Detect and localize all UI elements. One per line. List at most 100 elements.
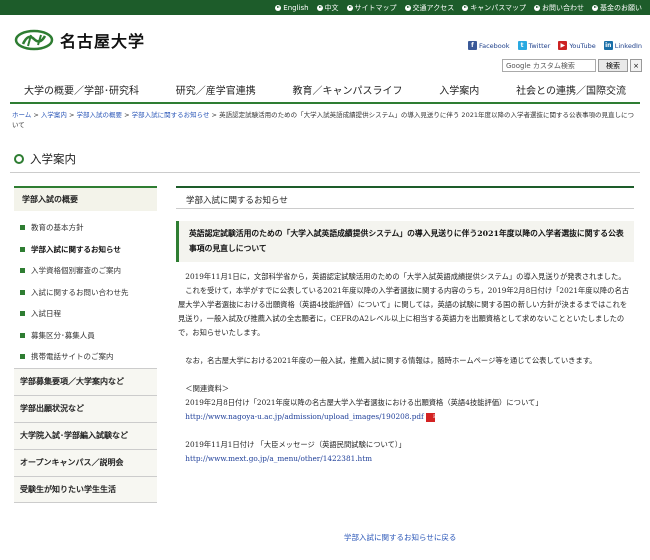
sidebar-sections: 学部募集要項／大学案内など 学部出願状況など 大学院入試･学部編入試験など オープンキ… [14,367,157,503]
sidebar-item[interactable]: 入試日程 [14,303,157,325]
social-link-linkedin[interactable]: in LinkedIn [603,41,642,50]
circle-arrow-icon [592,4,598,11]
top-link[interactable]: 基金のお願い [592,3,642,13]
circle-arrow-icon [404,4,411,11]
breadcrumb-separator: > [209,111,220,119]
top-link[interactable]: キャンパスマップ [462,3,526,13]
top-link-label: 中文 [324,3,339,12]
site-header: 名古屋大学 f Facebook t Twitter ▶ YouTube in LinkedI… [0,15,650,72]
square-bullet-icon [20,354,25,360]
top-link[interactable]: 中文 [316,3,339,13]
social-label: YouTube [569,41,596,50]
top-link[interactable]: 交通アクセス [404,3,455,13]
sidebar-item-label: 入試に関するお問い合わせ先 [31,287,129,297]
sidebar-section[interactable]: 大学院入試･学部編入試験など [14,421,157,449]
logo-text: 名古屋大学 [60,32,146,51]
paragraph: これを受けて，本学がすでに公表している2021年度以降の入学者選抜に関する内容の… [178,286,630,337]
square-bullet-icon [20,332,25,338]
reference-link[interactable]: http://www.mext.go.jp/a_menu/other/14223… [185,454,372,463]
paragraph: 2019年11月1日に，文部科学省から，英語認定試験活用のための「大学入試英語成… [185,272,626,281]
breadcrumb-link[interactable]: 学部入試に関するお知らせ [132,111,210,119]
sidebar-item-label: 募集区分･募集人員 [31,330,95,340]
square-bullet-icon [20,289,25,295]
top-link[interactable]: サイトマップ [346,3,397,13]
sidebar-item[interactable]: 携帯電話サイトのご案内 [14,346,157,368]
divider [10,172,640,173]
nav-item[interactable]: 入学案内 [439,82,479,97]
top-link-label: English [283,3,309,12]
circle-arrow-icon [534,4,540,11]
article-body: 2019年11月1日に，文部科学省から，英語認定試験活用のための「大学入試英語成… [176,270,634,466]
breadcrumb-link[interactable]: ホーム [12,111,31,119]
sidebar-item[interactable]: 学部入試に関するお知らせ [14,239,157,261]
social-link-youtube[interactable]: ▶ YouTube [558,41,596,50]
social-link-twitter[interactable]: t Twitter [517,41,550,50]
main-navigation: 大学の概要／学部･研究科 研究／産学官連携 教育／キャンパスライフ 入学案内 社会との連… [10,76,640,104]
sidebar-item-label: 入学資格個別審査のご案内 [31,266,121,276]
circle-arrow-icon [316,4,323,11]
reference-text: 2019年2月8日付け「2021年度以降の名古屋大学入学者選抜における出願資格（… [185,398,543,407]
square-bullet-icon [20,268,25,274]
square-bullet-icon [20,311,25,317]
reference-link[interactable]: http://www.nagoya-u.ac.jp/admission/uplo… [185,412,423,421]
top-link-label: お問い合わせ [542,3,584,12]
breadcrumb-separator: > [66,111,77,119]
linkedin-icon: in [603,41,613,50]
ring-icon [14,154,24,164]
section-heading: 学部入試に関するお知らせ [176,186,634,209]
search-button[interactable]: 検索 [598,59,628,72]
top-link-label: キャンパスマップ [470,3,526,12]
breadcrumb: ホーム > 入学案内 > 学部入試の概要 > 学部入試に関するお知らせ > 英語… [12,110,636,130]
social-label: Facebook [478,41,510,50]
youtube-icon: ▶ [558,41,568,50]
top-utility-bar: English 中文 サイトマップ 交通アクセス キャンパスマップ お問い合わせ 基金のお願… [0,0,650,15]
top-link-label: サイトマップ [354,3,397,12]
sidebar-submenu: 教育の基本方針学部入試に関するお知らせ 入学資格個別審査のご案内 入試に関するお問い… [14,211,157,368]
sidebar-head[interactable]: 学部入試の概要 [14,186,157,211]
back-to-notices-link[interactable]: 学部入試に関するお知らせに戻る [344,532,456,543]
reference-text: 2019年11月1日付け 「大臣メッセージ（英語民間試験について）」 [185,440,406,449]
nav-item[interactable]: 研究／産学官連携 [176,82,256,97]
university-mark-icon [14,29,54,51]
sidebar-section[interactable]: 受験生が知りたい学生生活 [14,475,157,503]
top-link[interactable]: お問い合わせ [534,3,584,13]
main-content: 学部入試に関するお知らせ 英語認定試験活用のための「大学入試英語成績提供システム… [176,186,634,466]
sidebar-section[interactable]: 学部出願状況など [14,394,157,422]
sidebar: 学部入試の概要 教育の基本方針学部入試に関するお知らせ 入学資格個別審査のご案内入… [14,186,157,503]
sidebar-section[interactable]: 学部募集要項／大学案内など [14,367,157,395]
nav-item[interactable]: 大学の概要／学部･研究科 [24,82,139,97]
nav-item[interactable]: 教育／キャンパスライフ [293,82,403,97]
square-bullet-icon [20,225,25,231]
square-bullet-icon [20,246,25,252]
sidebar-item[interactable]: 募集区分･募集人員 [14,325,157,347]
sidebar-item-label: 学部入試に関するお知らせ [31,244,121,254]
nav-item[interactable]: 社会との連携／国際交流 [516,82,626,97]
top-link[interactable]: English [275,3,309,12]
circle-arrow-icon [275,4,282,11]
social-link-facebook[interactable]: f Facebook [467,41,510,50]
clear-search-button[interactable]: × [630,59,642,72]
social-label: LinkedIn [614,41,642,50]
sidebar-item[interactable]: 入学資格個別審査のご案内 [14,260,157,282]
paragraph: なお，名古屋大学における2021年度の一般入試，推薦入試に関する情報は，随時ホー… [185,356,597,365]
circle-arrow-icon [462,4,469,11]
breadcrumb-separator: > [122,111,132,119]
sidebar-section[interactable]: オープンキャンパス／説明会 [14,448,157,476]
sidebar-item-label: 入試日程 [31,309,61,319]
page-title-text: 入学案内 [30,152,76,166]
pdf-icon: PDF [425,412,444,422]
page-title: 入学案内 [14,151,76,167]
top-link-label: 基金のお願い [600,3,642,12]
site-logo[interactable]: 名古屋大学 [14,28,145,52]
sidebar-item-label: 携帯電話サイトのご案内 [31,352,114,362]
sidebar-item[interactable]: 教育の基本方針 [14,217,157,239]
facebook-icon: f [467,41,477,50]
search-input[interactable] [502,59,596,72]
breadcrumb-link[interactable]: 学部入試の概要 [77,111,123,119]
top-link-label: 交通アクセス [412,3,455,12]
sidebar-item[interactable]: 入試に関するお問い合わせ先 [14,282,157,304]
circle-arrow-icon [346,4,353,11]
twitter-icon: t [517,41,527,50]
breadcrumb-link[interactable]: 入学案内 [41,111,67,119]
sidebar-item-label: 教育の基本方針 [31,223,84,233]
